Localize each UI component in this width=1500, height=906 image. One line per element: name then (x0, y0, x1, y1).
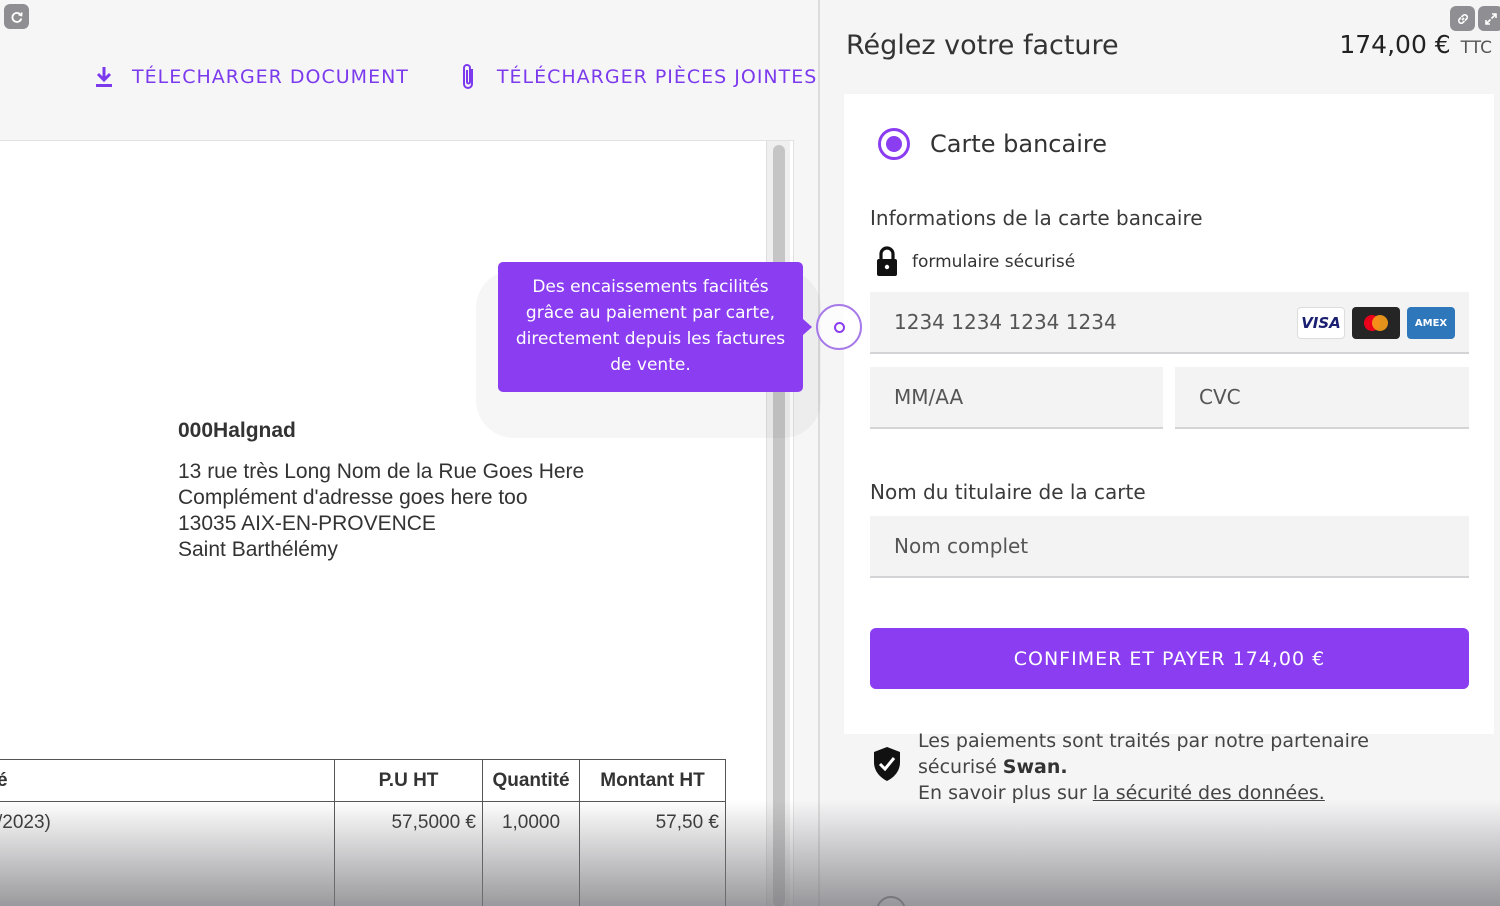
note-line-3: En savoir plus sur la sécurité des donné… (918, 782, 1325, 804)
download-icon (90, 62, 118, 92)
mastercard-logo (1352, 307, 1400, 339)
address-line: 13 rue très Long Nom de la Rue Goes Here (178, 460, 585, 483)
cell-quantity: 1,0000 (482, 801, 580, 906)
document-viewer: TÉLECHARGER DOCUMENT TÉLÉCHARGER PIÈCES … (0, 0, 818, 906)
visa-logo: VISA (1297, 307, 1345, 339)
data-security-link[interactable]: la sécurité des données. (1093, 782, 1325, 804)
note-line-1: Les paiements sont traités par notre par… (918, 730, 1369, 752)
card-holder-label: Nom du titulaire de la carte (870, 480, 1146, 504)
scrollbar[interactable] (766, 141, 790, 906)
invoice-amount: 174,00 € TTC (1339, 30, 1492, 59)
column-header-unit-price: P.U HT (334, 759, 483, 802)
card-number-input[interactable]: 1234 1234 1234 1234 VISA AMEX (870, 292, 1469, 354)
invoice-lines-table: é P.U HT Quantité Montant HT /2023) 57,5… (0, 759, 726, 906)
client-address-block: 000Halgnad 13 rue très Long Nom de la Ru… (178, 419, 584, 563)
link-icon (1457, 13, 1468, 24)
payment-method-card: Carte bancaire Informations de la carte … (844, 94, 1494, 734)
column-header-amount: Montant HT (579, 759, 726, 802)
amount-suffix: TTC (1460, 38, 1492, 58)
card-holder-placeholder: Nom complet (894, 534, 1029, 558)
cell-designation: /2023) (0, 801, 335, 906)
cell-amount: 57,50 € (579, 801, 726, 906)
payment-title: Réglez votre facture (846, 30, 1119, 61)
security-note: Les paiements sont traités par notre par… (918, 728, 1458, 806)
download-attachments-link[interactable]: TÉLÉCHARGER PIÈCES JOINTES (455, 62, 817, 92)
table-header-row: é P.U HT Quantité Montant HT (0, 759, 726, 802)
radio-option-partial[interactable] (876, 896, 906, 906)
cvc-input[interactable]: CVC (1175, 367, 1469, 429)
card-info-label: Informations de la carte bancaire (870, 206, 1203, 230)
copy-link-button[interactable] (1450, 6, 1475, 31)
card-brands: VISA AMEX (1290, 307, 1455, 339)
confirm-pay-button[interactable]: CONFIMER ET PAYER 174,00 € (870, 628, 1469, 689)
payment-method-label: Carte bancaire (930, 130, 1107, 158)
column-header-quantity: Quantité (482, 759, 580, 802)
paperclip-icon (455, 62, 483, 92)
shield-check-icon (874, 747, 900, 781)
card-payment-radio[interactable] (878, 128, 910, 160)
expiry-input[interactable]: MM/AA (870, 367, 1163, 429)
expand-icon (1484, 12, 1497, 25)
amount-value: 174,00 € (1339, 30, 1451, 59)
amex-logo: AMEX (1407, 307, 1455, 339)
card-holder-input[interactable]: Nom complet (870, 516, 1469, 578)
tooltip-hotspot[interactable] (816, 304, 862, 350)
note-line-2: sécurisé Swan. (918, 756, 1068, 778)
cell-unit-price: 57,5000 € (334, 801, 483, 906)
scrollbar-thumb[interactable] (773, 145, 785, 906)
download-attachments-label: TÉLÉCHARGER PIÈCES JOINTES (496, 66, 818, 88)
address-line: 13035 AIX-EN-PROVENCE (178, 512, 436, 535)
column-header-designation: é (0, 759, 335, 802)
cvc-placeholder: CVC (1199, 385, 1241, 409)
expand-button[interactable] (1478, 6, 1500, 31)
partner-name: Swan. (1002, 756, 1068, 778)
lock-icon (877, 246, 897, 276)
download-document-label: TÉLECHARGER DOCUMENT (132, 66, 409, 88)
table-row: /2023) 57,5000 € 1,0000 57,50 € (0, 801, 726, 906)
expiry-placeholder: MM/AA (894, 385, 964, 409)
refresh-icon (11, 11, 23, 23)
invoice-preview: 000Halgnad 13 rue très Long Nom de la Ru… (0, 140, 794, 906)
address-line: Saint Barthélémy (178, 538, 338, 561)
download-toolbar: TÉLECHARGER DOCUMENT TÉLÉCHARGER PIÈCES … (90, 62, 817, 92)
refresh-button[interactable] (4, 4, 29, 29)
secure-form-label: formulaire sécurisé (912, 252, 1076, 272)
payment-panel: Réglez votre facture 174,00 € TTC Carte … (818, 0, 1500, 906)
address-line: Complément d'adresse goes here too (178, 486, 528, 509)
onboarding-tooltip: Des encaissements facilités grâce au pai… (498, 262, 812, 392)
download-document-link[interactable]: TÉLECHARGER DOCUMENT (90, 62, 409, 92)
card-number-placeholder: 1234 1234 1234 1234 (894, 310, 1117, 334)
